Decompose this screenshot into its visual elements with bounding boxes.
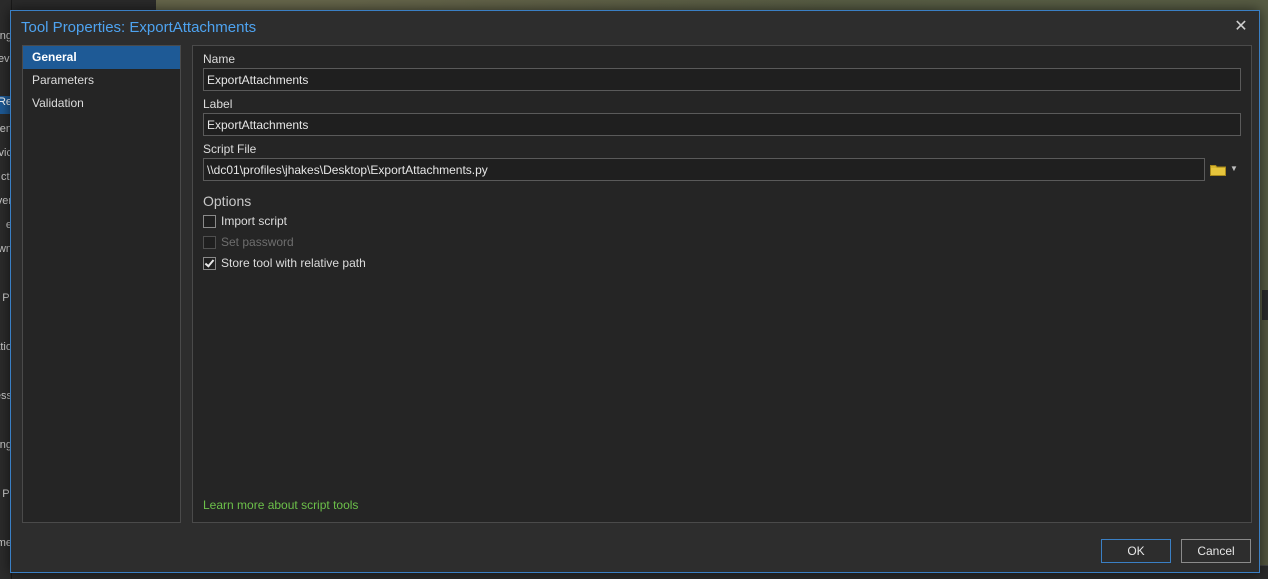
import-script-label: Import script (221, 214, 288, 228)
checkmark-icon (204, 256, 215, 268)
properties-nav: General Parameters Validation (22, 45, 181, 523)
name-input[interactable] (203, 68, 1241, 91)
chevron-down-icon[interactable]: ▼ (1230, 164, 1238, 173)
learn-more-link[interactable]: Learn more about script tools (203, 498, 358, 512)
general-panel: Name Label Script File ▼ Options Import … (192, 45, 1252, 523)
import-script-checkbox[interactable] (203, 214, 216, 228)
label-label: Label (203, 97, 233, 111)
options-heading: Options (203, 193, 252, 209)
script-file-label: Script File (203, 142, 257, 156)
dialog-title: Tool Properties: ExportAttachments (21, 19, 257, 36)
label-input[interactable] (203, 113, 1241, 136)
background-app-edge (1262, 290, 1268, 320)
cancel-button[interactable]: Cancel (1181, 539, 1251, 563)
close-button[interactable]: ✕ (1231, 17, 1251, 37)
name-label: Name (203, 52, 236, 66)
tool-properties-dialog: Tool Properties: ExportAttachments ✕ Gen… (10, 10, 1260, 573)
nav-item-general[interactable]: General (23, 46, 180, 69)
set-password-label: Set password (221, 235, 294, 249)
set-password-option: Set password (203, 234, 294, 250)
ok-button[interactable]: OK (1101, 539, 1171, 563)
relative-path-checkbox[interactable] (203, 256, 216, 270)
import-script-option[interactable]: Import script (203, 213, 287, 229)
script-file-input[interactable] (203, 158, 1205, 181)
relative-path-label: Store tool with relative path (221, 256, 366, 270)
close-icon: ✕ (1234, 18, 1248, 35)
set-password-checkbox (203, 235, 216, 249)
nav-item-validation[interactable]: Validation (23, 92, 180, 115)
dialog-titlebar[interactable]: Tool Properties: ExportAttachments ✕ (11, 11, 1259, 45)
relative-path-option[interactable]: Store tool with relative path (203, 255, 366, 271)
nav-item-parameters[interactable]: Parameters (23, 69, 180, 92)
folder-icon[interactable] (1210, 164, 1226, 176)
